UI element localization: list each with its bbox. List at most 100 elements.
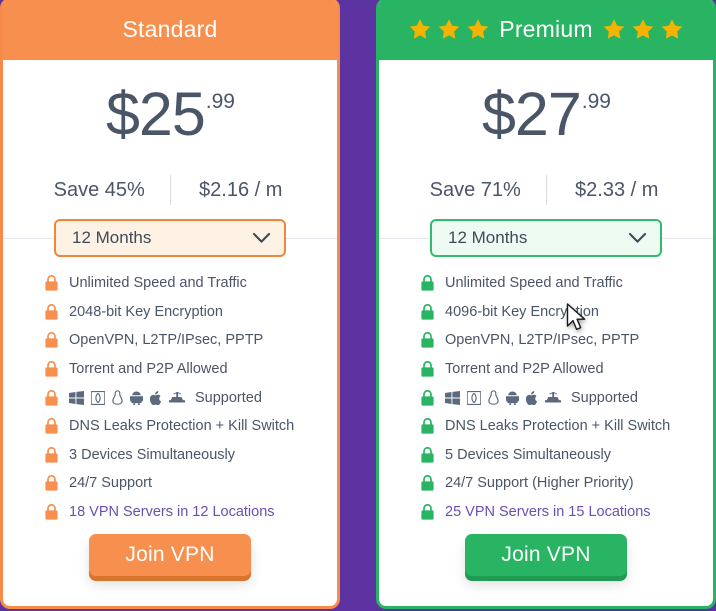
- lock-icon: [421, 361, 434, 377]
- linux-penguin-icon: [112, 390, 123, 405]
- price-block-standard: $25.99: [3, 60, 337, 145]
- monthly-price-premium: $2.33 / m: [575, 178, 659, 201]
- feature-item: Supported: [421, 383, 713, 412]
- lock-icon: [45, 389, 58, 406]
- feature-item: Torrent and P2P Allowed: [421, 355, 713, 384]
- os-support-row: Supported: [69, 390, 262, 406]
- feature-item: DNS Leaks Protection + Kill Switch: [421, 412, 713, 441]
- lock-icon: [421, 446, 434, 463]
- feature-label: Torrent and P2P Allowed: [69, 361, 228, 378]
- feature-list-standard: Unlimited Speed and Traffic 2048-bit Key …: [3, 269, 337, 526]
- feature-item: OpenVPN, L2TP/IPsec, PPTP: [421, 326, 713, 355]
- lock-icon: [45, 475, 58, 492]
- price-block-premium: $27.99: [379, 60, 713, 145]
- linux-penguin-icon: [488, 390, 499, 405]
- star-icon: [661, 19, 682, 39]
- lock-icon: [421, 475, 434, 492]
- feature-list-premium: Unlimited Speed and Traffic 4096-bit Key …: [379, 269, 713, 526]
- star-icon: [468, 19, 489, 39]
- lock-icon: [421, 303, 434, 320]
- join-vpn-button-standard[interactable]: Join VPN: [89, 534, 251, 577]
- plan-header-standard: Standard: [3, 0, 337, 60]
- lock-icon: [421, 332, 434, 349]
- price-amount-premium: $27: [482, 80, 582, 148]
- savings-label-standard: Save 45%: [53, 178, 145, 201]
- star-icon: [632, 19, 653, 39]
- feature-label: 3 Devices Simultaneously: [69, 446, 236, 463]
- chevron-down-icon: [252, 232, 271, 243]
- lock-icon: [421, 275, 434, 291]
- windows-icon: [445, 390, 460, 405]
- feature-label: DNS Leaks Protection + Kill Switch: [69, 418, 295, 435]
- feature-item: Unlimited Speed and Traffic: [421, 269, 713, 298]
- feature-label: 2048-bit Key Encryption: [69, 303, 223, 320]
- feature-label: OpenVPN, L2TP/IPsec, PPTP: [69, 332, 264, 349]
- feature-item: 5 Devices Simultaneously: [421, 441, 713, 470]
- savings-row-premium: Save 71% $2.33 / m: [379, 175, 713, 205]
- feature-item: 2048-bit Key Encryption: [45, 298, 337, 327]
- router-icon: [545, 391, 561, 403]
- apple-icon: [526, 390, 538, 405]
- plan-title-standard: Standard: [122, 15, 218, 42]
- lock-icon: [45, 446, 58, 463]
- feature-item: 18 VPN Servers in 12 Locations: [45, 498, 337, 527]
- monthly-price-standard: $2.16 / m: [199, 178, 283, 201]
- term-zone-premium: 12 Months: [379, 219, 713, 257]
- savings-row-standard: Save 45% $2.16 / m: [3, 175, 337, 205]
- star-icon: [410, 19, 431, 39]
- lock-icon: [421, 504, 434, 520]
- star-icon: [439, 19, 460, 39]
- star-icon: [603, 19, 624, 39]
- lock-icon: [45, 275, 58, 291]
- feature-item: 24/7 Support (Higher Priority): [421, 469, 713, 498]
- feature-label: 4096-bit Key Encryption: [445, 303, 599, 320]
- feature-label: Supported: [571, 389, 638, 406]
- price-cents-standard: .99: [205, 90, 235, 113]
- feature-label: Supported: [195, 389, 262, 406]
- feature-item: 24/7 Support: [45, 469, 337, 498]
- macos-finder-icon: [467, 390, 481, 405]
- feature-label: DNS Leaks Protection + Kill Switch: [445, 418, 671, 435]
- feature-label[interactable]: 18 VPN Servers in 12 Locations: [69, 504, 275, 520]
- lock-icon: [45, 504, 58, 520]
- price-cents-premium: .99: [581, 90, 611, 113]
- lock-icon: [421, 418, 434, 434]
- os-support-row: Supported: [445, 390, 638, 406]
- term-select-value-premium: 12 Months: [448, 228, 528, 247]
- price-amount-standard: $25: [106, 80, 206, 148]
- stars-left: [409, 18, 489, 40]
- feature-label: 24/7 Support: [69, 475, 153, 492]
- term-select-premium[interactable]: 12 Months: [430, 219, 662, 257]
- feature-label: Torrent and P2P Allowed: [445, 361, 604, 378]
- windows-icon: [69, 390, 84, 405]
- lock-icon: [45, 332, 58, 349]
- feature-item: 4096-bit Key Encryption: [421, 298, 713, 327]
- feature-label: 24/7 Support (Higher Priority): [445, 475, 634, 492]
- feature-label: Unlimited Speed and Traffic: [445, 275, 623, 292]
- chevron-down-icon: [628, 232, 647, 243]
- join-vpn-button-premium[interactable]: Join VPN: [465, 534, 627, 577]
- feature-item: OpenVPN, L2TP/IPsec, PPTP: [45, 326, 337, 355]
- pricing-table: Standard $25.99 Save 45% $2.16 / m 12 Mo…: [0, 0, 716, 611]
- feature-item: Unlimited Speed and Traffic: [45, 269, 337, 298]
- apple-icon: [150, 390, 162, 405]
- stars-right: [603, 18, 683, 40]
- feature-item: Torrent and P2P Allowed: [45, 355, 337, 384]
- macos-finder-icon: [91, 390, 105, 405]
- android-icon: [506, 391, 519, 405]
- term-select-value-standard: 12 Months: [72, 228, 152, 247]
- lock-icon: [45, 303, 58, 320]
- lock-icon: [45, 361, 58, 377]
- savings-label-premium: Save 71%: [429, 178, 521, 201]
- lock-icon: [421, 389, 434, 406]
- lock-icon: [45, 418, 58, 434]
- feature-label: 5 Devices Simultaneously: [445, 446, 612, 463]
- feature-item: Supported: [45, 383, 337, 412]
- cta-zone-premium: Join VPN: [379, 526, 713, 606]
- feature-label[interactable]: 25 VPN Servers in 15 Locations: [445, 504, 651, 520]
- plan-header-premium: Premium: [379, 0, 713, 60]
- plan-title-premium: Premium: [499, 15, 593, 42]
- feature-item: 25 VPN Servers in 15 Locations: [421, 498, 713, 527]
- feature-label: OpenVPN, L2TP/IPsec, PPTP: [445, 332, 640, 349]
- term-select-standard[interactable]: 12 Months: [54, 219, 286, 257]
